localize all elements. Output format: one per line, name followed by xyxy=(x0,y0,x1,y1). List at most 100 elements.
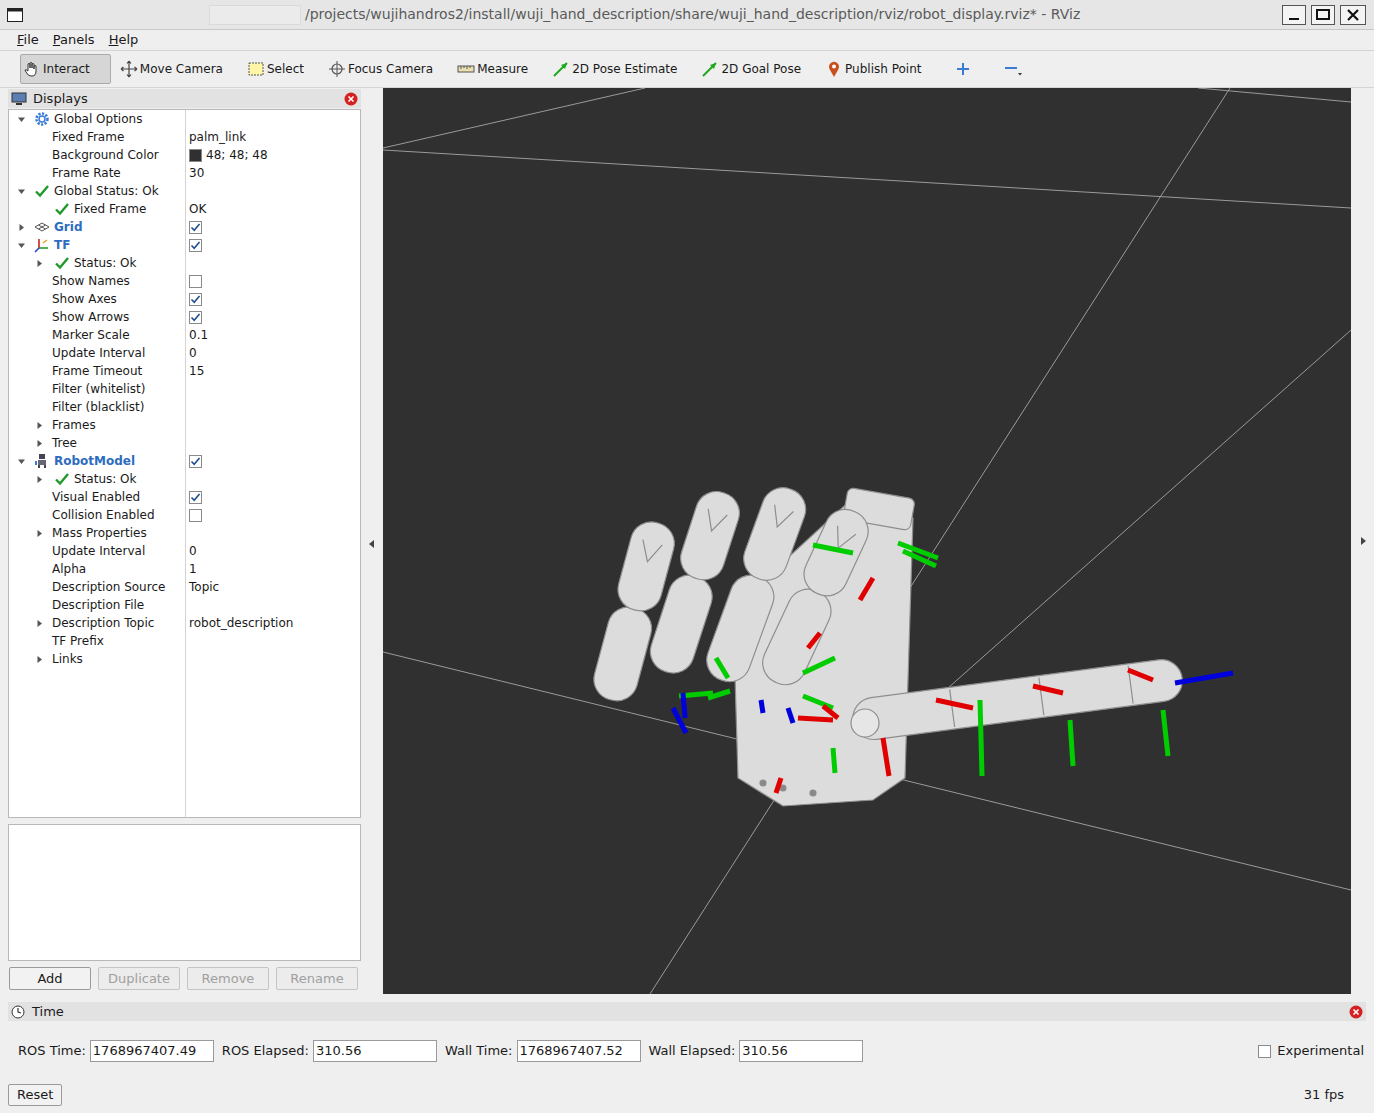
tree-row[interactable]: Show Arrows xyxy=(9,308,360,326)
expanded-arrow-icon[interactable] xyxy=(17,241,26,250)
tree-row[interactable]: Description Topicrobot_description xyxy=(9,614,360,632)
tree-item-value[interactable]: palm_link xyxy=(186,128,246,146)
tree-row[interactable]: Global Status: Ok xyxy=(9,182,360,200)
tree-row[interactable]: Fixed FrameOK xyxy=(9,200,360,218)
add-tool-button[interactable] xyxy=(950,54,976,84)
panel-button[interactable]: Add xyxy=(9,967,91,990)
tree-item-value[interactable] xyxy=(186,239,202,252)
tree-item-value[interactable]: 0.1 xyxy=(186,326,208,344)
time-input[interactable]: 310.56 xyxy=(739,1040,863,1062)
tree-row[interactable]: Filter (whitelist) xyxy=(9,380,360,398)
time-input[interactable]: 310.56 xyxy=(313,1040,437,1062)
collapsed-arrow-icon[interactable] xyxy=(35,421,44,430)
checkbox[interactable] xyxy=(1258,1045,1271,1058)
reset-button[interactable]: Reset xyxy=(8,1084,62,1106)
tree-row[interactable]: Background Color48; 48; 48 xyxy=(9,146,360,164)
tree-row[interactable]: TF Prefix xyxy=(9,632,360,650)
maximize-button[interactable] xyxy=(1311,5,1335,25)
tree-item-value[interactable]: Topic xyxy=(186,578,219,596)
close-button[interactable] xyxy=(1340,5,1366,25)
panel-button[interactable]: Remove xyxy=(187,967,269,990)
tree-row[interactable]: TF xyxy=(9,236,360,254)
right-splitter[interactable] xyxy=(1351,88,1374,1000)
tree-item-value[interactable]: 1 xyxy=(186,560,197,578)
tree-row[interactable]: Update Interval0 xyxy=(9,344,360,362)
tree-row[interactable]: Filter (blacklist) xyxy=(9,398,360,416)
expanded-arrow-icon[interactable] xyxy=(17,457,26,466)
remove-tool-button[interactable] xyxy=(998,54,1028,84)
tree-item-value[interactable] xyxy=(186,491,202,504)
window-menu-icon[interactable] xyxy=(7,8,23,22)
tree-row[interactable]: Description SourceTopic xyxy=(9,578,360,596)
left-splitter[interactable] xyxy=(361,88,383,1000)
tree-item-value[interactable] xyxy=(186,275,202,288)
tree-row[interactable]: Visual Enabled xyxy=(9,488,360,506)
tool-button[interactable]: 2D Pose Estimate xyxy=(549,54,692,84)
tree-item-value[interactable]: 0 xyxy=(186,344,197,362)
time-input[interactable]: 1768967407.52 xyxy=(517,1040,641,1062)
collapsed-arrow-icon[interactable] xyxy=(35,475,44,484)
checkbox[interactable] xyxy=(189,275,202,288)
tree-row[interactable]: Update Interval0 xyxy=(9,542,360,560)
tree-row[interactable]: Frame Rate30 xyxy=(9,164,360,182)
tool-button[interactable]: 2D Goal Pose xyxy=(698,54,816,84)
checkbox[interactable] xyxy=(189,509,202,522)
panel-button[interactable]: Duplicate xyxy=(98,967,180,990)
checkbox[interactable] xyxy=(189,455,202,468)
expanded-arrow-icon[interactable] xyxy=(17,115,26,124)
tree-item-value[interactable] xyxy=(186,221,202,234)
tree-item-value[interactable]: 30 xyxy=(186,164,204,182)
tree-row[interactable]: Description File xyxy=(9,596,360,614)
tree-row[interactable]: Show Names xyxy=(9,272,360,290)
tree-row[interactable]: Global Options xyxy=(9,110,360,128)
render-viewport[interactable] xyxy=(383,88,1351,994)
tree-row[interactable]: Marker Scale0.1 xyxy=(9,326,360,344)
tree-row[interactable]: Tree xyxy=(9,434,360,452)
collapsed-arrow-icon[interactable] xyxy=(17,223,26,232)
tree-row[interactable]: Frames xyxy=(9,416,360,434)
tree-item-value[interactable]: 15 xyxy=(186,362,204,380)
tool-button[interactable]: Publish Point xyxy=(822,54,936,84)
tree-row[interactable]: Grid xyxy=(9,218,360,236)
checkbox[interactable] xyxy=(189,311,202,324)
tree-item-value[interactable]: OK xyxy=(186,200,206,218)
menu-item[interactable]: Help xyxy=(109,30,139,50)
tree-row[interactable]: Fixed Framepalm_link xyxy=(9,128,360,146)
tool-button[interactable]: Move Camera xyxy=(117,54,238,84)
tool-button[interactable]: Select xyxy=(244,54,319,84)
expand-right-icon[interactable] xyxy=(1360,537,1366,545)
tree-row[interactable]: Mass Properties xyxy=(9,524,360,542)
tree-item-value[interactable] xyxy=(186,311,202,324)
time-input[interactable]: 1768967407.49 xyxy=(90,1040,214,1062)
tree-item-value[interactable] xyxy=(186,455,202,468)
minimize-button[interactable] xyxy=(1282,5,1306,25)
tree-row[interactable]: Status: Ok xyxy=(9,470,360,488)
tree-row[interactable]: Show Axes xyxy=(9,290,360,308)
collapsed-arrow-icon[interactable] xyxy=(35,259,44,268)
color-swatch[interactable] xyxy=(189,149,202,162)
tree-row[interactable]: Links xyxy=(9,650,360,668)
panel-button[interactable]: Rename xyxy=(276,967,358,990)
tree-item-value[interactable]: 48; 48; 48 xyxy=(186,146,268,164)
collapse-left-icon[interactable] xyxy=(369,540,375,548)
menu-item[interactable]: Panels xyxy=(53,30,95,50)
collapsed-arrow-icon[interactable] xyxy=(35,529,44,538)
tree-row[interactable]: RobotModel xyxy=(9,452,360,470)
tree-item-value[interactable]: 0 xyxy=(186,542,197,560)
collapsed-arrow-icon[interactable] xyxy=(35,439,44,448)
tool-button[interactable]: Interact xyxy=(20,54,111,84)
tree-row[interactable]: Alpha1 xyxy=(9,560,360,578)
tool-button[interactable]: Focus Camera xyxy=(325,54,448,84)
checkbox[interactable] xyxy=(189,239,202,252)
tree-item-value[interactable] xyxy=(186,293,202,306)
tool-button[interactable]: Measure xyxy=(454,54,543,84)
tree-row[interactable]: Status: Ok xyxy=(9,254,360,272)
tree-row[interactable]: Collision Enabled xyxy=(9,506,360,524)
tree-row[interactable]: Frame Timeout15 xyxy=(9,362,360,380)
checkbox[interactable] xyxy=(189,491,202,504)
collapsed-arrow-icon[interactable] xyxy=(35,655,44,664)
close-icon[interactable] xyxy=(344,92,358,106)
tree-item-value[interactable]: robot_description xyxy=(186,614,293,632)
checkbox[interactable] xyxy=(189,293,202,306)
collapsed-arrow-icon[interactable] xyxy=(35,619,44,628)
